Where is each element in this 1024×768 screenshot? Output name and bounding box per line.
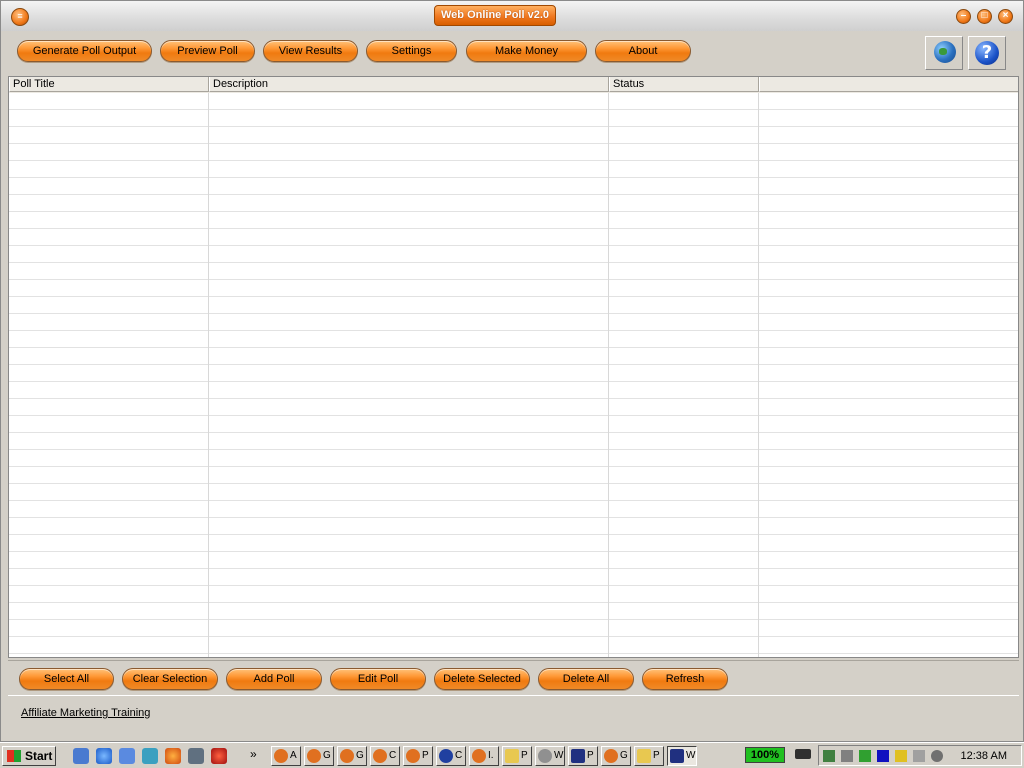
preview-poll-button[interactable]: Preview Poll bbox=[160, 40, 255, 62]
system-menu-icon[interactable]: ≡ bbox=[11, 8, 29, 26]
app-window: ≡ Web Online Poll v2.0 – □ × Generate Po… bbox=[0, 0, 1024, 742]
window-title: Web Online Poll v2.0 bbox=[434, 5, 556, 26]
firefox-icon bbox=[307, 749, 321, 763]
clock[interactable]: 12:38 AM bbox=[961, 750, 1007, 762]
windows-logo-icon bbox=[7, 750, 21, 762]
taskbar-item-active[interactable]: W bbox=[667, 746, 697, 766]
firefox-icon[interactable] bbox=[165, 748, 181, 764]
taskbar-item[interactable]: P bbox=[634, 746, 664, 766]
taskbar: Start » A G G C P C I. P W P G P W 100% … bbox=[0, 742, 1024, 768]
taskbar-item[interactable]: G bbox=[337, 746, 367, 766]
column-header-poll-title[interactable]: Poll Title bbox=[9, 77, 209, 92]
help-button[interactable]: ? bbox=[968, 36, 1006, 70]
system-tray: 12:38 AM bbox=[818, 745, 1022, 766]
firefox-icon bbox=[373, 749, 387, 763]
add-poll-button[interactable]: Add Poll bbox=[226, 668, 322, 690]
help-icon: ? bbox=[975, 41, 999, 65]
volume-icon[interactable] bbox=[841, 750, 853, 762]
column-header-status[interactable]: Status bbox=[609, 77, 759, 92]
taskbar-item[interactable]: P bbox=[568, 746, 598, 766]
taskbar-item[interactable]: P bbox=[502, 746, 532, 766]
settings-button[interactable]: Settings bbox=[366, 40, 457, 62]
column-header-description[interactable]: Description bbox=[209, 77, 609, 92]
clear-selection-button[interactable]: Clear Selection bbox=[122, 668, 218, 690]
taskbar-item[interactable]: C bbox=[370, 746, 400, 766]
media-player-icon bbox=[538, 749, 552, 763]
firefox-icon bbox=[274, 749, 288, 763]
firefox-icon bbox=[340, 749, 354, 763]
delete-selected-button[interactable]: Delete Selected bbox=[434, 668, 530, 690]
tray-icon[interactable] bbox=[823, 750, 835, 762]
taskbar-item[interactable]: G bbox=[601, 746, 631, 766]
refresh-button[interactable]: Refresh bbox=[642, 668, 728, 690]
start-button[interactable]: Start bbox=[2, 746, 56, 766]
app-icon[interactable] bbox=[188, 748, 204, 764]
taskbar-item[interactable]: G bbox=[304, 746, 334, 766]
media-icon[interactable] bbox=[211, 748, 227, 764]
internet-explorer-icon[interactable] bbox=[96, 748, 112, 764]
select-all-button[interactable]: Select All bbox=[19, 668, 114, 690]
column-divider bbox=[208, 93, 209, 657]
column-header-blank[interactable] bbox=[759, 77, 1018, 92]
app-icon bbox=[571, 749, 585, 763]
network-icon[interactable] bbox=[859, 750, 871, 762]
edit-poll-button[interactable]: Edit Poll bbox=[330, 668, 426, 690]
maximize-icon[interactable]: □ bbox=[977, 9, 992, 24]
title-bar[interactable]: ≡ Web Online Poll v2.0 – □ × bbox=[1, 1, 1023, 31]
chevron-right-icon[interactable]: » bbox=[250, 747, 257, 761]
column-divider bbox=[608, 93, 609, 657]
column-divider bbox=[758, 93, 759, 657]
app-icon bbox=[670, 749, 684, 763]
close-icon[interactable]: × bbox=[998, 9, 1013, 24]
taskbar-item[interactable]: W bbox=[535, 746, 565, 766]
display-icon[interactable] bbox=[913, 750, 925, 762]
taskbar-item[interactable]: C bbox=[436, 746, 466, 766]
poll-list-grid[interactable]: Poll Title Description Status bbox=[8, 76, 1019, 658]
grid-header: Poll Title Description Status bbox=[9, 77, 1018, 93]
power-plug-icon bbox=[795, 749, 811, 759]
view-results-button[interactable]: View Results bbox=[263, 40, 358, 62]
make-money-button[interactable]: Make Money bbox=[466, 40, 587, 62]
generate-poll-output-button[interactable]: Generate Poll Output bbox=[17, 40, 152, 62]
firefox-icon bbox=[604, 749, 618, 763]
taskbar-item[interactable]: A bbox=[271, 746, 301, 766]
app-icon bbox=[439, 749, 453, 763]
folder-icon bbox=[637, 749, 651, 763]
network-icon[interactable] bbox=[119, 748, 135, 764]
web-globe-button[interactable] bbox=[925, 36, 963, 70]
tool-icon[interactable] bbox=[142, 748, 158, 764]
firefox-icon bbox=[406, 749, 420, 763]
show-desktop-icon[interactable] bbox=[73, 748, 89, 764]
security-icon[interactable] bbox=[895, 750, 907, 762]
folder-icon bbox=[505, 749, 519, 763]
globe-icon bbox=[934, 41, 956, 63]
minimize-icon[interactable]: – bbox=[956, 9, 971, 24]
firefox-icon bbox=[472, 749, 486, 763]
taskbar-item[interactable]: I. bbox=[469, 746, 499, 766]
speaker-icon[interactable] bbox=[931, 750, 943, 762]
delete-all-button[interactable]: Delete All bbox=[538, 668, 634, 690]
affiliate-marketing-link[interactable]: Affiliate Marketing Training bbox=[21, 707, 150, 719]
play-icon[interactable] bbox=[877, 750, 889, 762]
battery-meter[interactable]: 100% bbox=[745, 747, 785, 763]
taskbar-item[interactable]: P bbox=[403, 746, 433, 766]
about-button[interactable]: About bbox=[595, 40, 691, 62]
grid-body[interactable] bbox=[9, 93, 1018, 657]
start-label: Start bbox=[25, 749, 53, 763]
